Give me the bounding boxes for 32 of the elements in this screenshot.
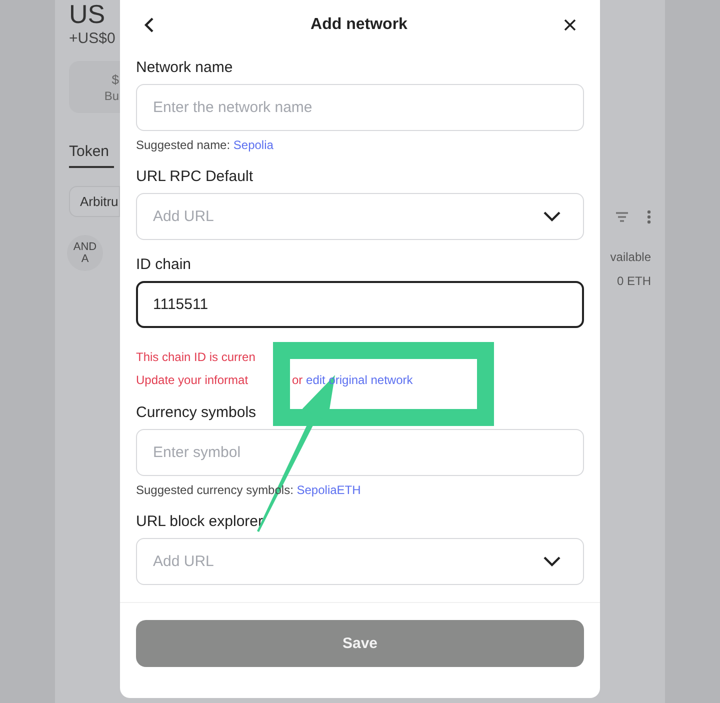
back-icon[interactable]: [144, 17, 154, 33]
suggestion-link[interactable]: Sepolia: [233, 138, 274, 152]
filter-icon[interactable]: [615, 211, 629, 223]
balance-amount: US: [69, 0, 106, 28]
network-chip[interactable]: Arbitru: [69, 186, 120, 217]
avatar-text: AND: [73, 241, 97, 253]
chevron-down-icon: [543, 211, 561, 222]
dialog-title: Add network: [310, 16, 408, 34]
select-placeholder: Add URL: [153, 553, 215, 570]
close-icon[interactable]: [564, 19, 576, 31]
field-label: URL RPC Default: [136, 168, 254, 185]
field-label: Currency symbols: [136, 404, 258, 421]
input-field[interactable]: 1115511: [136, 281, 584, 328]
input-field[interactable]: Enter symbol: [136, 429, 584, 476]
select-field[interactable]: Add URL: [136, 193, 584, 240]
chevron-down-icon: [543, 556, 561, 567]
suggestion-link[interactable]: SepoliaETH: [296, 483, 361, 497]
input-field[interactable]: Enter the network name: [136, 84, 584, 131]
token-tab[interactable]: Token: [69, 143, 114, 168]
column-header: vailable: [610, 250, 651, 264]
field-label: ID chain: [136, 256, 192, 273]
select-field[interactable]: Add URL: [136, 538, 584, 585]
dollar-icon: $: [112, 72, 119, 86]
avatar-text: A: [81, 253, 89, 265]
action-label: Bu: [104, 88, 119, 102]
balance-value: 0 ETH: [616, 274, 651, 288]
balance-change: +US$0: [69, 30, 116, 47]
field-label: Network name: [136, 59, 234, 76]
error-message: This chain ID is curren: [136, 350, 256, 365]
select-placeholder: Add URL: [153, 208, 215, 225]
field-hint: Suggested name: Sepolia: [136, 138, 274, 152]
more-icon[interactable]: [647, 210, 651, 224]
